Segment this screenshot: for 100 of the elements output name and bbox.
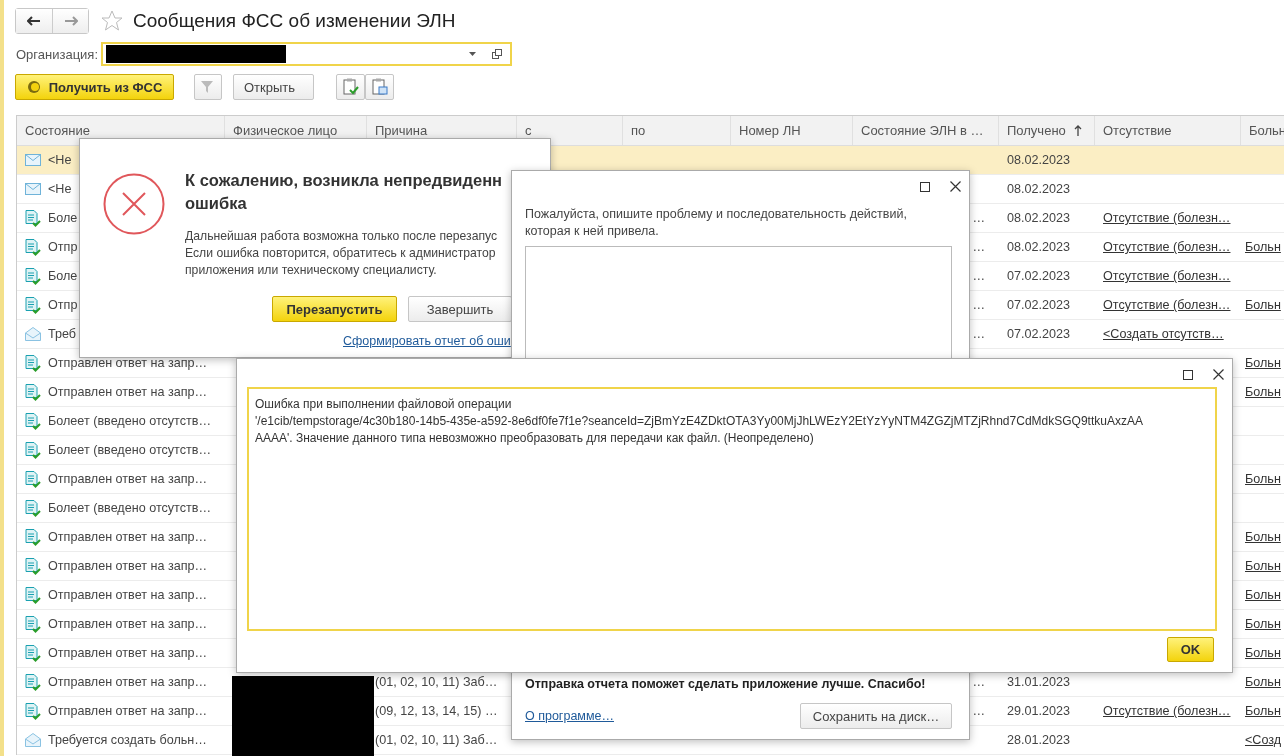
absence-link[interactable]: Отсутствие (болезн… [1103,211,1231,225]
table-cell: Отпр [48,298,78,312]
document-check-icon [25,354,41,372]
table-cell: (01, 02, 10, 11) Заб… [375,733,498,747]
sick-leave-link[interactable]: Больн [1245,646,1281,660]
document-check-icon [25,441,41,459]
table-cell: … [972,675,985,689]
document-check-icon [25,644,41,662]
error-title: ошибка [185,194,247,212]
sick-leave-link[interactable]: Больн [1245,530,1281,544]
clipboard-window-icon [371,78,388,96]
sick-leave-link[interactable]: Больн [1245,385,1281,399]
column-header[interactable]: по [623,116,731,145]
absence-link[interactable]: Отсутствие (болезн… [1103,240,1231,254]
table-cell: Болеет (введено отсутств… [48,501,212,515]
restart-button[interactable]: Перезапустить [272,296,397,322]
document-check-icon [25,238,41,256]
document-check-icon [25,412,41,430]
absence-link[interactable]: <Создать отсутств… [1103,327,1224,341]
ok-button[interactable]: OK [1167,637,1214,662]
dropdown-icon[interactable] [469,52,477,56]
report-link[interactable]: Сформировать отчет об оши [343,334,511,348]
sick-leave-link[interactable]: Больн [1245,472,1281,486]
absence-link[interactable]: Отсутствие (болезн… [1103,704,1231,718]
about-link[interactable]: О программе… [525,709,614,723]
column-header[interactable]: Номер ЛН [731,116,853,145]
column-header[interactable]: Получено [999,116,1095,145]
envelope-icon [25,154,41,166]
absence-link[interactable]: Отсутствие (болезн… [1103,298,1231,312]
open-button[interactable]: Открыть [233,74,314,100]
table-cell: Боле [48,211,78,225]
maximize-icon[interactable] [1183,370,1193,380]
close-icon[interactable] [950,181,961,192]
maximize-icon[interactable] [920,182,930,192]
table-cell: 08.02.2023 [1007,182,1071,196]
table-cell: Болеет (введено отсутств… [48,414,212,428]
document-check-icon [25,470,41,488]
organization-field[interactable] [101,42,513,66]
sick-leave-link[interactable]: Больн [1245,704,1281,718]
document-check-icon [25,267,41,285]
sick-leave-link[interactable]: Больн [1245,559,1281,573]
table-cell: Отправлен ответ на запр… [48,646,208,660]
clipboard-list-button[interactable] [365,74,394,100]
sick-leave-link[interactable]: Больн [1245,617,1281,631]
document-check-icon [25,383,41,401]
sick-leave-link[interactable]: Больн [1245,298,1281,312]
error-icon [103,173,165,235]
table-cell: 31.01.2023 [1007,675,1071,689]
column-header[interactable]: Состояние ЭЛН в … [853,116,999,145]
back-button[interactable] [16,9,52,33]
table-cell: Отправлен ответ на запр… [48,588,208,602]
column-header[interactable]: Отсутствие [1095,116,1241,145]
table-cell: Отправлен ответ на запр… [48,356,208,370]
table-cell: 08.02.2023 [1007,211,1071,225]
open-form-icon[interactable] [492,49,503,59]
table-cell: … [972,240,985,254]
table-cell: (09, 12, 13, 14, 15) … [375,704,498,718]
document-check-icon [25,296,41,314]
clipboard-check-button[interactable] [336,74,365,100]
save-to-disk-button[interactable]: Сохранить на диск… [800,703,952,729]
table-cell: Боле [48,269,78,283]
open-envelope-icon [25,327,41,341]
sick-leave-link[interactable]: <Созд [1245,733,1282,747]
fetch-button[interactable]: Получить из ФСС [15,74,174,100]
table-cell: Отправлен ответ на запр… [48,530,208,544]
table-cell: <Не [48,153,72,167]
star-icon[interactable] [101,10,123,32]
table-cell: … [972,327,985,341]
sick-leave-link[interactable]: Больн [1245,356,1281,370]
table-cell: Отправлен ответ на запр… [48,385,208,399]
table-cell: Треб [48,327,77,341]
table-cell: 29.01.2023 [1007,704,1071,718]
table-cell: <Не [48,182,72,196]
table-cell: Отправлен ответ на запр… [48,559,208,573]
forward-arrow-icon [63,16,78,26]
back-arrow-icon [27,16,41,26]
table-cell: … [972,298,985,312]
table-cell: 08.02.2023 [1007,153,1071,167]
table-cell: 07.02.2023 [1007,298,1071,312]
absence-link[interactable]: Отсутствие (болезн… [1103,269,1231,283]
table-cell: Отправлен ответ на запр… [48,472,208,486]
funnel-icon [200,79,216,95]
document-check-icon [25,702,41,720]
table-cell: Отправлен ответ на запр… [48,617,208,631]
report-prompt: Пожалуйста, опишите проблему и последовательность действий, которая к ней привела. [525,206,908,240]
window-title: Сообщения ФСС об изменении ЭЛН [133,10,456,32]
document-check-icon [25,557,41,575]
sick-leave-link[interactable]: Больн [1245,240,1281,254]
sick-leave-link[interactable]: Больн [1245,675,1281,689]
sick-leave-link[interactable]: Больн [1245,588,1281,602]
table-cell: Отправлен ответ на запр… [48,704,208,718]
error-text-field[interactable]: Ошибка при выполнении файловой операции '/e1cib/tempstorage/4c30b180-14b5-435e-a592-8e6df0fe7f1e?seanceId=ZjBmYzE4ZDktOTA3Yy00MjJhLWEzY2EtYzYyNTM4ZGZjMTZjRhnd7CdMdkSGQ9ttkuAxzAA AAAA'. Значение данного типа невозможно преобразовать для передачи как файл. (Неопределено) [247,387,1217,631]
table-cell: (01, 02, 10, 11) Заб… [375,675,498,689]
table-cell: Отправлен ответ на запр… [48,675,208,689]
table-cell: … [972,269,985,283]
finish-button[interactable]: Завершить [408,296,512,322]
error-message: Дальнейшая работа возможна только после перезапус [185,229,498,243]
coin-icon [26,80,41,94]
close-icon[interactable] [1213,369,1224,380]
table-cell: … [972,704,985,718]
